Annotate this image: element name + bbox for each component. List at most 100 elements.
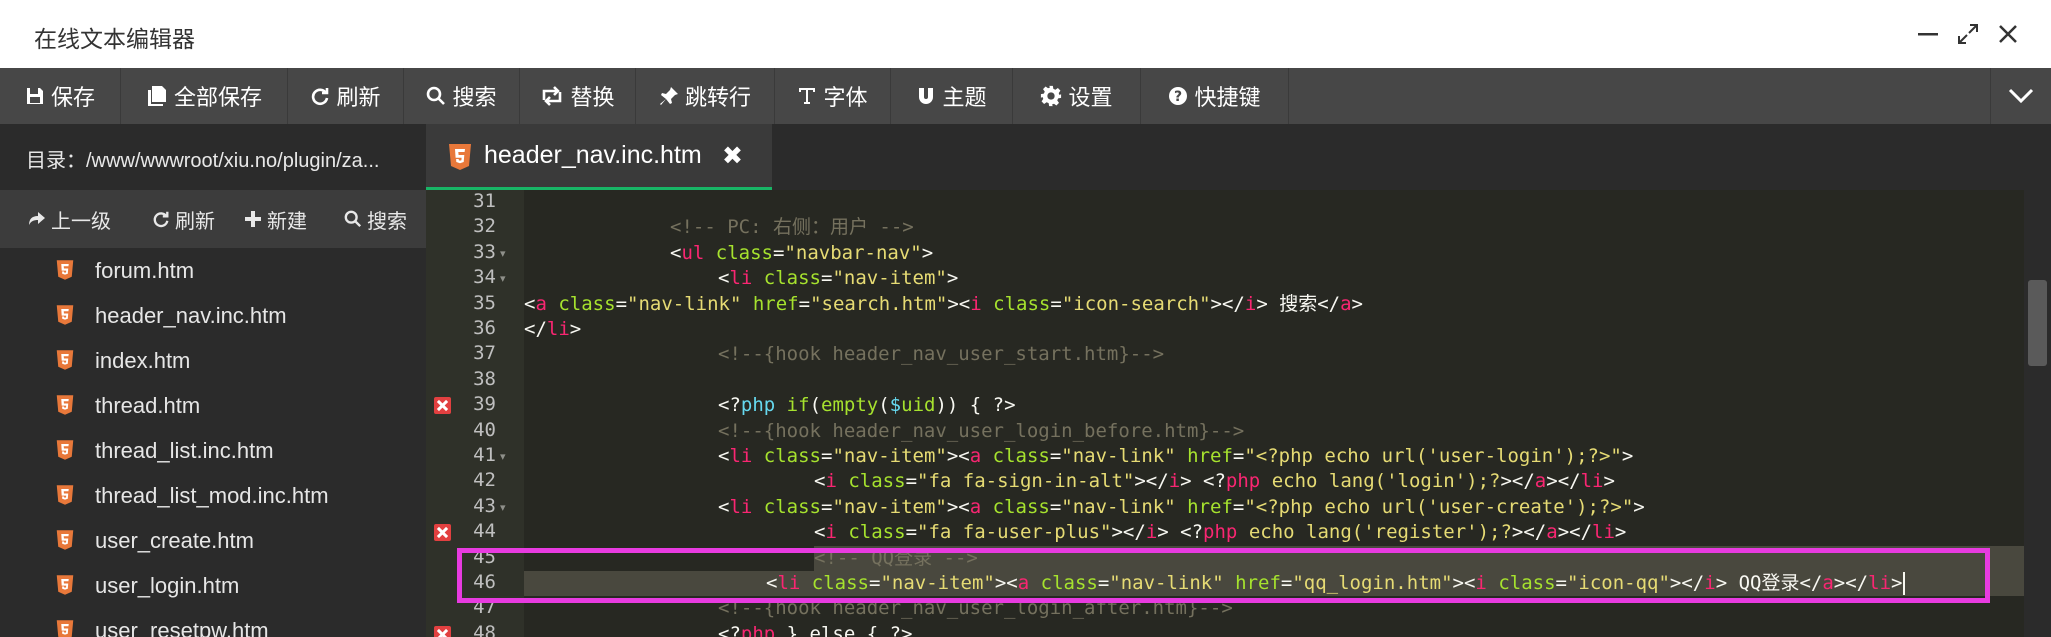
- code-token: >: [921, 241, 934, 264]
- shortcuts-button[interactable]: ? 快捷键: [1141, 68, 1289, 124]
- code-line[interactable]: <li class="nav-item">: [718, 266, 958, 291]
- code-line[interactable]: <!--{hook header_nav_user_login_before.h…: [718, 419, 1244, 444]
- code-token: >: [1603, 470, 1615, 493]
- line-number: 37: [473, 342, 496, 365]
- code-token: php: [740, 394, 776, 417]
- code-line[interactable]: <i class="fa fa-user-plus"></i> <?php ec…: [814, 520, 1626, 545]
- code-token: a: [969, 445, 982, 467]
- theme-button[interactable]: 主题: [891, 68, 1013, 124]
- code-line[interactable]: <ul class="navbar-nav">: [670, 241, 933, 266]
- scrollbar-thumb[interactable]: [2028, 280, 2047, 366]
- code-token: li: [1592, 521, 1615, 544]
- error-marker-icon[interactable]: [434, 524, 451, 542]
- code-token: >: [946, 267, 959, 290]
- code-token: "nav-link": [627, 292, 742, 315]
- code-token: >: [569, 318, 582, 340]
- error-marker-icon[interactable]: [434, 625, 451, 637]
- code-token: i: [1168, 470, 1181, 493]
- close-window-button[interactable]: [1990, 16, 2026, 52]
- code-token: "fa fa-user-plus": [917, 521, 1112, 544]
- refresh-button[interactable]: 刷新: [288, 68, 404, 124]
- file-name: thread_list.inc.htm: [95, 438, 274, 463]
- window-title: 在线文本编辑器: [34, 26, 195, 52]
- file-item[interactable]: thread_list.inc.htm: [0, 428, 426, 473]
- code-token: href: [1187, 445, 1233, 467]
- code-token: if: [786, 394, 810, 417]
- code-token: ></: [1210, 292, 1245, 315]
- fold-arrow-icon[interactable]: ▾: [500, 247, 506, 260]
- file-item[interactable]: thread_list_mod.inc.htm: [0, 473, 426, 518]
- toolbar-collapse-button[interactable]: [1990, 68, 2051, 124]
- code-line[interactable]: <!--{hook header_nav_user_start.htm}-->: [718, 342, 1164, 367]
- code-token: class: [992, 445, 1050, 467]
- code-line[interactable]: </li>: [524, 317, 581, 342]
- code-token: php: [740, 622, 776, 637]
- code-token: =: [1049, 495, 1062, 518]
- save-all-icon: [147, 86, 166, 106]
- line-number: 38: [473, 367, 496, 390]
- code-line[interactable]: <?php } else { ?>: [718, 622, 913, 637]
- code-line[interactable]: <i class="fa fa-sign-in-alt"></i> <?php …: [814, 469, 1615, 494]
- file-item[interactable]: user_login.htm: [0, 563, 426, 608]
- line-number: 36: [473, 317, 496, 339]
- chevron-down-icon: [2008, 88, 2034, 104]
- code-token: "<?php echo url('user-login');?>": [1244, 445, 1622, 467]
- save-all-button[interactable]: 全部保存: [121, 68, 288, 124]
- code-token: =: [1232, 495, 1245, 518]
- code-token: a: [969, 495, 982, 518]
- new-file-button[interactable]: 新建: [244, 190, 307, 248]
- up-icon: [29, 212, 45, 225]
- code-line[interactable]: <!-- PC: 右侧：用户 -->: [670, 215, 914, 240]
- code-token: <: [718, 495, 730, 518]
- sidebar-refresh-button[interactable]: 刷新: [152, 190, 215, 248]
- editor-window: 在线文本编辑器 保存 全部保存 刷新 搜索 替换 跳转行 字体 主题 设置 ? …: [0, 0, 2051, 637]
- fold-arrow-icon[interactable]: ▾: [500, 501, 506, 514]
- file-item[interactable]: index.htm: [0, 338, 426, 383]
- file-item[interactable]: user_create.htm: [0, 518, 426, 563]
- code-line[interactable]: <?php if(empty($uid)) { ?>: [718, 393, 1016, 418]
- refresh-icon: [153, 211, 169, 228]
- tab-close-icon[interactable]: ✖: [722, 141, 743, 171]
- parent-dir-button[interactable]: 上一级: [28, 190, 111, 248]
- line-number: 35: [473, 291, 496, 314]
- error-marker-icon[interactable]: [434, 397, 451, 415]
- maximize-button[interactable]: [1950, 16, 1986, 52]
- code-token: href: [752, 292, 799, 315]
- code-token: li: [546, 318, 570, 340]
- search-button[interactable]: 搜索: [404, 68, 520, 124]
- html5-icon: [56, 259, 74, 287]
- save-button[interactable]: 保存: [0, 68, 121, 124]
- fold-arrow-icon[interactable]: ▾: [500, 450, 506, 463]
- minimize-button[interactable]: [1910, 16, 1946, 52]
- replace-button[interactable]: 替换: [520, 68, 636, 124]
- settings-button[interactable]: 设置: [1013, 68, 1141, 124]
- editor-scrollbar[interactable]: [2024, 190, 2051, 637]
- file-item[interactable]: header_nav.inc.htm: [0, 293, 426, 338]
- code-token: i: [825, 470, 837, 493]
- sidebar-search-button[interactable]: 搜索: [344, 190, 407, 248]
- code-line[interactable]: <li class="nav-item"><a class="nav-link"…: [718, 495, 1645, 520]
- fold-arrow-icon[interactable]: ▾: [500, 272, 506, 285]
- line-number: 41: [473, 444, 496, 466]
- file-item[interactable]: user_resetpw.htm: [0, 608, 426, 637]
- tab-header-nav[interactable]: header_nav.inc.htm ✖: [426, 124, 772, 190]
- code-token: class: [763, 267, 821, 290]
- code-token: i: [1145, 521, 1158, 544]
- code-token: "icon-search": [1061, 292, 1211, 315]
- code-line[interactable]: <li class="nav-item"><a class="nav-link"…: [718, 444, 1633, 469]
- code-token: "navbar-nav": [784, 241, 922, 264]
- file-item[interactable]: thread.htm: [0, 383, 426, 428]
- font-button[interactable]: 字体: [775, 68, 891, 124]
- code-token: class: [715, 241, 773, 264]
- file-sidebar: 目录：/www/wwwroot/xiu.no/plugin/za... 上一级 …: [0, 124, 426, 637]
- file-item[interactable]: forum.htm: [0, 248, 426, 293]
- goto-line-button[interactable]: 跳转行: [636, 68, 775, 124]
- code-token: li: [729, 267, 753, 290]
- code-token: echo lang('register');?: [1248, 521, 1512, 544]
- code-token: =: [798, 292, 811, 315]
- code-token: <: [670, 241, 682, 264]
- code-line[interactable]: <a class="nav-link" href="search.htm"><i…: [524, 292, 1363, 317]
